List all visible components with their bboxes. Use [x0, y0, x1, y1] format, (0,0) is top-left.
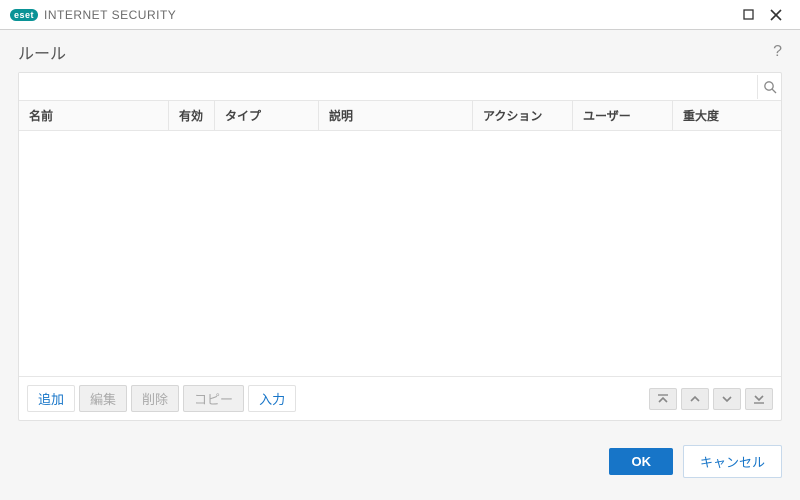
delete-button: 削除 — [131, 385, 179, 412]
col-valid[interactable]: 有効 — [169, 101, 215, 130]
dialog-footer: OK キャンセル — [0, 433, 800, 492]
page-title: ルール — [18, 40, 66, 64]
table-header: 名前 有効 タイプ 説明 アクション ユーザー 重大度 — [19, 101, 781, 131]
move-up-icon[interactable] — [681, 388, 709, 410]
search-icon[interactable] — [757, 75, 781, 99]
move-down-icon[interactable] — [713, 388, 741, 410]
maximize-icon[interactable] — [734, 5, 762, 25]
col-user[interactable]: ユーザー — [573, 101, 673, 130]
subtitle-row: ルール ? — [0, 30, 800, 72]
input-button[interactable]: 入力 — [248, 385, 296, 412]
move-bottom-icon[interactable] — [745, 388, 773, 410]
search-row — [19, 73, 781, 101]
table-body-empty — [19, 131, 781, 376]
cancel-button[interactable]: キャンセル — [683, 445, 782, 478]
rules-panel: 名前 有効 タイプ 説明 アクション ユーザー 重大度 追加 編集 削除 コピー… — [18, 72, 782, 421]
col-desc[interactable]: 説明 — [319, 101, 473, 130]
brand-badge: eset — [10, 9, 38, 21]
col-type[interactable]: タイプ — [215, 101, 319, 130]
search-input[interactable] — [19, 73, 757, 100]
edit-button: 編集 — [79, 385, 127, 412]
help-icon[interactable]: ? — [773, 43, 782, 61]
app-title: INTERNET SECURITY — [44, 8, 176, 22]
col-action[interactable]: アクション — [473, 101, 573, 130]
title-bar: eset INTERNET SECURITY — [0, 0, 800, 30]
add-button[interactable]: 追加 — [27, 385, 75, 412]
action-row: 追加 編集 削除 コピー 入力 — [19, 376, 781, 420]
ok-button[interactable]: OK — [609, 448, 673, 475]
close-icon[interactable] — [762, 5, 790, 25]
col-name[interactable]: 名前 — [19, 101, 169, 130]
col-priority[interactable]: 重大度 — [673, 101, 781, 130]
copy-button: コピー — [183, 385, 244, 412]
move-top-icon[interactable] — [649, 388, 677, 410]
